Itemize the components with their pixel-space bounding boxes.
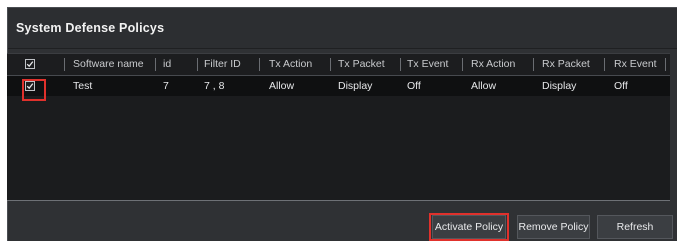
column-separator bbox=[197, 58, 198, 71]
cell-id: 7 bbox=[163, 80, 169, 92]
column-header-tx-action[interactable]: Tx Action bbox=[269, 54, 312, 75]
cell-tx-action: Allow bbox=[269, 80, 295, 92]
column-header-tx-packet[interactable]: Tx Packet bbox=[338, 54, 385, 75]
cell-rx-event: Off bbox=[614, 80, 628, 92]
remove-policy-button[interactable]: Remove Policy bbox=[517, 215, 590, 239]
column-header-rx-event[interactable]: Rx Event bbox=[614, 54, 657, 75]
column-separator bbox=[330, 58, 331, 71]
column-header-filter-id[interactable]: Filter ID bbox=[204, 54, 241, 75]
policy-table: Software name id Filter ID Tx Action Tx … bbox=[7, 53, 670, 201]
cell-rx-packet: Display bbox=[542, 80, 577, 92]
select-all-checkbox[interactable] bbox=[25, 59, 35, 69]
refresh-button[interactable]: Refresh bbox=[597, 215, 673, 239]
checkmark-icon bbox=[26, 61, 34, 68]
panel-title: System Defense Policys bbox=[16, 21, 165, 35]
column-separator bbox=[400, 58, 401, 71]
column-header-id[interactable]: id bbox=[163, 54, 171, 75]
column-separator bbox=[665, 58, 666, 71]
column-separator bbox=[604, 58, 605, 71]
cell-tx-event: Off bbox=[407, 80, 421, 92]
panel-header: System Defense Policys bbox=[8, 8, 677, 49]
activate-button-highlight bbox=[429, 213, 509, 241]
column-header-rx-action[interactable]: Rx Action bbox=[471, 54, 515, 75]
column-separator bbox=[64, 58, 65, 71]
table-header: Software name id Filter ID Tx Action Tx … bbox=[7, 54, 670, 76]
column-header-software-name[interactable]: Software name bbox=[73, 54, 144, 75]
cell-software-name: Test bbox=[73, 80, 93, 92]
column-separator bbox=[155, 58, 156, 71]
table-row[interactable]: Test 7 7 , 8 Allow Display Off Allow Dis… bbox=[7, 76, 670, 96]
cell-tx-packet: Display bbox=[338, 80, 373, 92]
column-separator bbox=[259, 58, 260, 71]
column-separator bbox=[533, 58, 534, 71]
column-header-tx-event[interactable]: Tx Event bbox=[407, 54, 448, 75]
cell-rx-action: Allow bbox=[471, 80, 497, 92]
cell-filter-id: 7 , 8 bbox=[204, 80, 225, 92]
row-checkbox-highlight bbox=[22, 79, 46, 101]
column-header-rx-packet[interactable]: Rx Packet bbox=[542, 54, 590, 75]
column-separator bbox=[462, 58, 463, 71]
